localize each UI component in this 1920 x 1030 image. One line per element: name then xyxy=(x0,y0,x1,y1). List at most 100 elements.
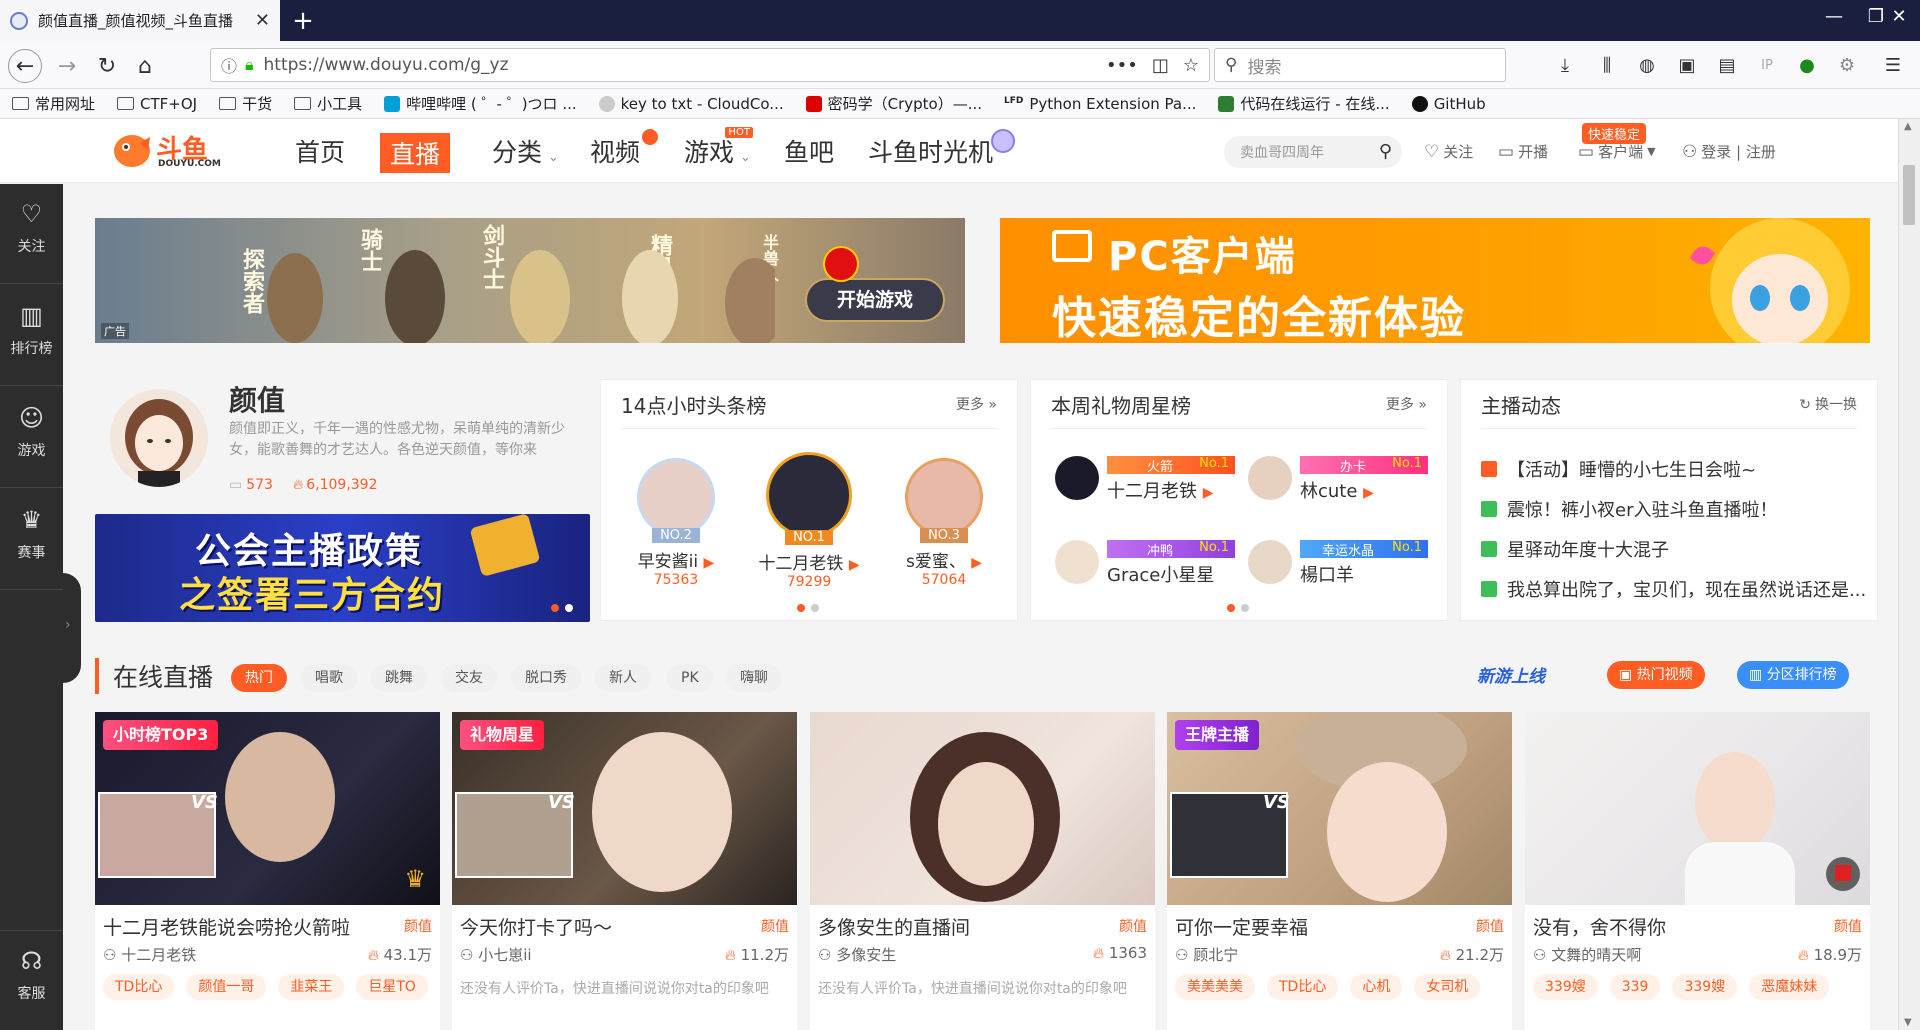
bookmark-link[interactable]: 代码在线运行 - 在线... xyxy=(1218,93,1390,114)
hot-video-button[interactable]: ▣ 热门视频 xyxy=(1607,661,1705,689)
refresh-link[interactable]: ↻ 换一换 xyxy=(1799,394,1857,414)
filter-tag[interactable]: 嗨聊 xyxy=(726,664,782,692)
bookmark-folder[interactable]: 小工具 xyxy=(294,93,362,114)
nav-timemachine[interactable]: 斗鱼时光机 xyxy=(868,129,1016,169)
live-room-card[interactable]: VS 王牌主播 可你一定要幸福 颜值 ⚇ 顾北宁 🔥︎ 21.2万 美美美美 T… xyxy=(1167,712,1512,1030)
carousel-dot[interactable] xyxy=(797,604,805,612)
nav-video[interactable]: 视频 xyxy=(590,129,659,169)
search-icon[interactable]: ⚲ xyxy=(1379,141,1392,162)
live-room-card[interactable]: 多像安生的直播间 颜值 ⚇ 多像安生 🔥︎ 1363 还没有人评价Ta，快进直播… xyxy=(810,712,1155,1030)
sidebar-expand-handle[interactable]: › xyxy=(63,573,81,683)
sidebar-item-ranking[interactable]: ▥ 排行榜 xyxy=(0,286,63,386)
menu-icon[interactable]: ☰ xyxy=(1880,53,1906,77)
pc-client-ad-banner[interactable]: PC客户端 快速稳定的全新体验 xyxy=(1000,218,1870,343)
carousel-dot[interactable] xyxy=(565,604,573,612)
impression-tag[interactable]: 韭菜王 xyxy=(278,974,345,1000)
carousel-dot[interactable] xyxy=(551,604,559,612)
impression-tag[interactable]: 女司机 xyxy=(1414,974,1481,1000)
extension-icon-2[interactable]: ▤ xyxy=(1714,53,1740,77)
impression-tag[interactable]: 美美美美 xyxy=(1175,974,1255,1000)
filter-tag[interactable]: 脱口秀 xyxy=(511,664,581,692)
more-link[interactable]: 更多 » xyxy=(1386,394,1427,414)
douyu-logo[interactable]: 斗鱼 DOUYU.COM xyxy=(110,129,230,173)
start-game-button[interactable]: 开始游戏 xyxy=(805,278,945,322)
address-bar[interactable]: ⓘ 🔒︎ https://www.douyu.com/g_yz ••• ◫ ☆ xyxy=(210,48,1210,82)
download-icon[interactable]: ⤓ xyxy=(1552,53,1578,77)
impression-tag[interactable]: 心机 xyxy=(1350,974,1403,1000)
game-ad-banner[interactable]: 广告 探索者 骑士 剑斗士 精灵 半兽人 开始游戏 xyxy=(95,218,965,343)
nav-home[interactable]: 首页 xyxy=(295,133,345,169)
bookmark-link[interactable]: LFD Python Extension Pa... xyxy=(1004,95,1196,113)
more-link[interactable]: 更多 » xyxy=(956,394,997,414)
scrollbar-thumb[interactable] xyxy=(1903,165,1915,225)
carousel-dot[interactable] xyxy=(811,604,819,612)
ip-icon[interactable]: IP xyxy=(1754,53,1780,77)
impression-tag[interactable]: 339 xyxy=(1609,974,1661,1000)
settings-gear-icon[interactable]: ⚙ xyxy=(1834,53,1860,77)
impression-tag[interactable]: 恶魔妹妹 xyxy=(1749,974,1830,1000)
browser-tab[interactable]: 颜值直播_颜值视频_斗鱼直播 ✕ xyxy=(0,0,280,41)
sidebar-item-events[interactable]: ♛ 赛事 xyxy=(0,490,63,590)
impression-tag[interactable]: 339嫂 xyxy=(1672,974,1738,1000)
live-room-card[interactable]: VS ♛ 小时榜TOP3 十二月老铁能说会唠抢火箭啦 颜值 ⚇ 十二月老铁 🔥︎… xyxy=(95,712,440,1030)
home-icon[interactable]: ⌂ xyxy=(128,49,162,83)
rank-entry[interactable]: NO.1 十二月老铁 ▶ 79299 xyxy=(744,452,874,590)
broadcast-link[interactable]: ▭ 开播 xyxy=(1498,141,1548,162)
nav-fishbar[interactable]: 鱼吧 xyxy=(784,133,834,169)
reload-icon[interactable]: ↻ xyxy=(90,49,124,83)
rank-entry[interactable]: NO.2 早安酱ii ▶ 75363 xyxy=(611,458,741,588)
sidebar-item-follow[interactable]: ♡ 关注 xyxy=(0,184,63,284)
bookmark-link[interactable]: 密码学（Crypto）—... xyxy=(805,93,982,114)
scroll-down-icon[interactable]: ▼ xyxy=(1904,1017,1912,1028)
feed-item[interactable]: 震惊！裤小衩er入驻斗鱼直播啦！ xyxy=(1481,496,1777,522)
site-search-input[interactable]: 卖血哥四周年 ⚲ xyxy=(1224,136,1402,168)
filter-tag[interactable]: 新人 xyxy=(595,664,651,692)
client-link[interactable]: ▭ 客户端 ▼ xyxy=(1578,141,1656,162)
filter-tag[interactable]: 唱歌 xyxy=(301,664,357,692)
page-scrollbar[interactable]: ▲ ▼ xyxy=(1898,119,1920,1030)
impression-tag[interactable]: 颜值一哥 xyxy=(186,974,267,1000)
feed-item[interactable]: 我总算出院了，宝贝们，现在虽然说话还是... xyxy=(1481,576,1866,602)
filter-tag[interactable]: PK xyxy=(667,664,713,692)
library-icon[interactable]: ⫼ xyxy=(1594,53,1620,77)
impression-tag[interactable]: TD比心 xyxy=(103,974,175,1000)
bookmark-folder[interactable]: CTF+OJ xyxy=(117,95,197,113)
forward-icon[interactable]: → xyxy=(50,49,84,83)
gift-entry[interactable]: 办卡 No.1 林cute ▶ xyxy=(1248,456,1438,504)
gift-entry[interactable]: 冲鸭 No.1 Grace小星星 xyxy=(1055,540,1245,588)
close-tab-icon[interactable]: ✕ xyxy=(255,10,270,31)
scroll-up-icon[interactable]: ▲ xyxy=(1904,121,1912,132)
bookmark-folder[interactable]: 干货 xyxy=(219,93,272,114)
impression-tag[interactable]: TD比心 xyxy=(1267,974,1339,1000)
rank-entry[interactable]: NO.3 s爱蜜、 ▶ 57064 xyxy=(879,458,1009,588)
pocket-icon[interactable]: ◫ xyxy=(1152,55,1169,76)
impression-tag[interactable]: 巨星TO xyxy=(356,974,428,1000)
new-game-promo[interactable]: 新游上线 xyxy=(1477,662,1545,687)
info-icon[interactable]: ⓘ xyxy=(221,53,237,77)
login-link[interactable]: ⚇ 登录 | 注册 xyxy=(1682,141,1776,162)
back-icon[interactable]: ← xyxy=(8,49,42,83)
filter-tag-hot[interactable]: 热门 xyxy=(231,664,287,692)
gift-entry[interactable]: 幸运水晶 No.1 楊口羊 xyxy=(1248,540,1438,588)
live-room-card[interactable]: VS 礼物周星 今天你打卡了吗～ 颜值 ⚇ 小七崽ii 🔥︎ 11.2万 还没有… xyxy=(452,712,797,1030)
carousel-dot[interactable] xyxy=(1227,604,1235,612)
sidebar-item-games[interactable]: ☺ 游戏 xyxy=(0,388,63,488)
extension-green-icon[interactable]: ● xyxy=(1794,53,1820,77)
new-tab-icon[interactable]: + xyxy=(288,6,318,36)
extension-icon[interactable]: ▣ xyxy=(1674,53,1700,77)
guild-policy-banner[interactable]: 公会主播政策 之签署三方合约 xyxy=(95,514,590,622)
bookmark-link[interactable]: 哔哩哔哩 ( ゜- ゜)つロ ... xyxy=(384,93,577,114)
close-window-icon[interactable]: ✕ xyxy=(1878,6,1920,27)
bookmark-star-icon[interactable]: ☆ xyxy=(1183,55,1199,76)
feed-item[interactable]: 【活动】睡懵的小七生日会啦~ xyxy=(1481,456,1756,482)
globe-icon[interactable]: ◍ xyxy=(1634,53,1660,77)
nav-category[interactable]: 分类 ⌄ xyxy=(492,133,559,169)
live-room-card[interactable]: 没有，舍不得你 颜值 ⚇ 文舞的晴天啊 🔥︎ 18.9万 339嫂 339 33… xyxy=(1525,712,1870,1030)
filter-tag[interactable]: 交友 xyxy=(441,664,497,692)
bookmark-link[interactable]: key to txt - CloudCo... xyxy=(598,95,784,113)
impression-tag[interactable]: 339嫂 xyxy=(1533,974,1598,1000)
zone-rank-button[interactable]: ▥ 分区排行榜 xyxy=(1737,661,1849,689)
bookmark-folder[interactable]: 常用网址 xyxy=(12,93,95,114)
page-actions-icon[interactable]: ••• xyxy=(1106,55,1138,76)
browser-search-input[interactable]: ⚲ 搜索 xyxy=(1214,48,1506,82)
